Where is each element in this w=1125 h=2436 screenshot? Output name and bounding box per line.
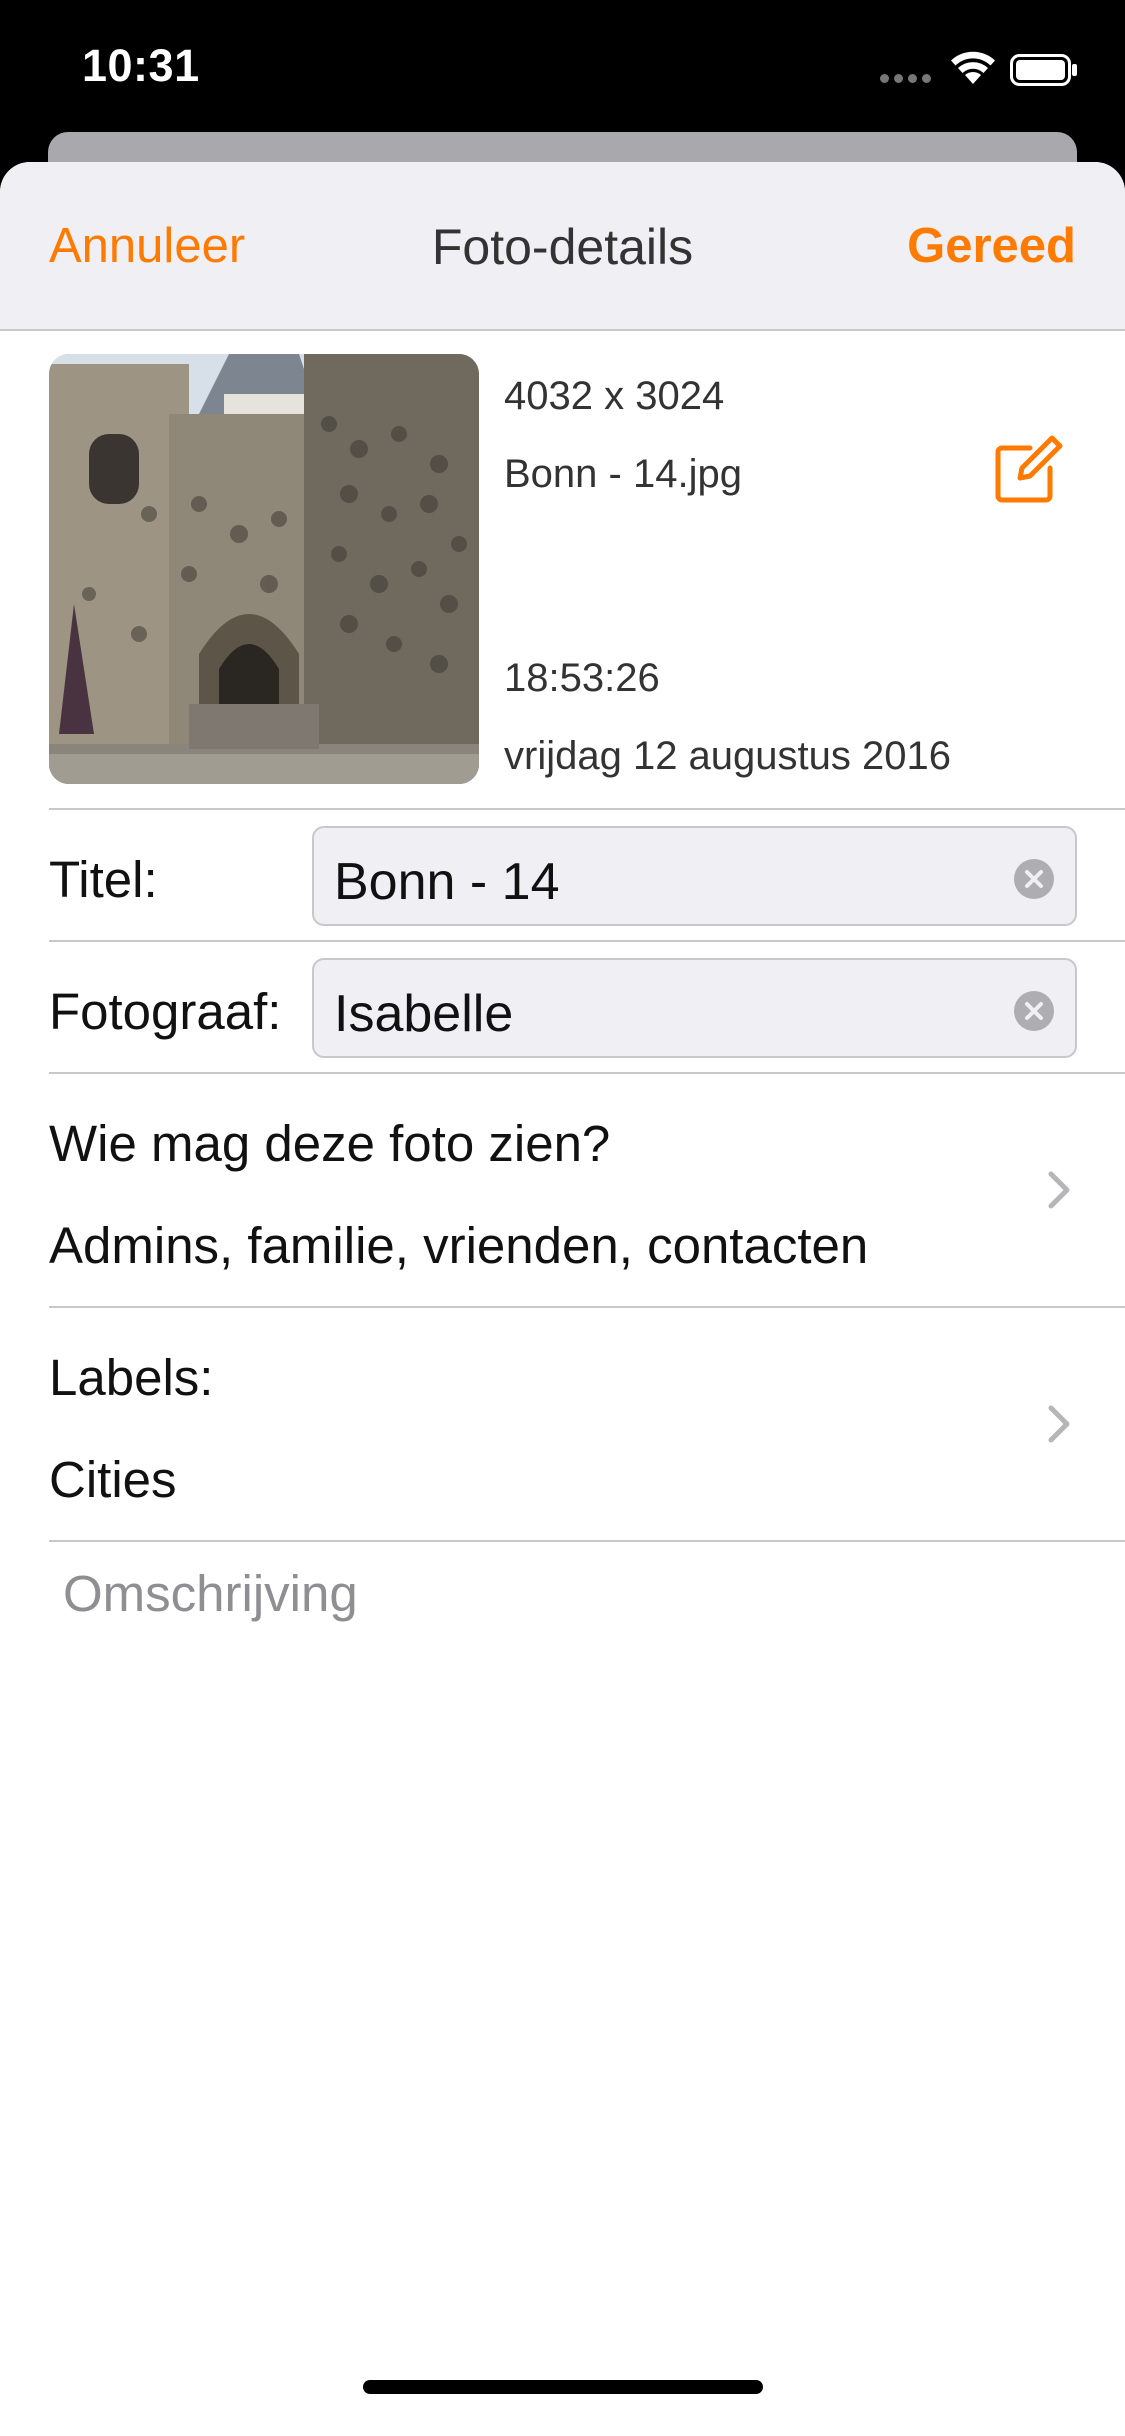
chevron-right-icon: [1048, 1405, 1070, 1443]
divider: [49, 808, 1125, 810]
divider: [49, 940, 1125, 942]
divider: [49, 1072, 1125, 1074]
title-field-value: Bonn - 14: [334, 853, 560, 911]
wifi-icon: [951, 51, 995, 84]
photo-details-sheet: Annuleer Foto-details Gereed 4032 x 3024…: [0, 162, 1125, 2436]
status-time: 10:31: [82, 40, 200, 91]
clear-icon[interactable]: [1013, 858, 1055, 900]
clear-icon[interactable]: [1013, 990, 1055, 1032]
signal-dots-icon: [880, 74, 932, 84]
home-indicator[interactable]: [363, 2380, 763, 2394]
battery-icon: [1010, 54, 1077, 86]
status-bar: 10:31: [0, 0, 1125, 132]
photo-date: vrijdag 12 augustus 2016: [504, 734, 951, 778]
done-button[interactable]: Gereed: [907, 218, 1076, 274]
privacy-value: Admins, familie, vrienden, contacten: [49, 1217, 869, 1274]
photo-thumbnail: [49, 354, 479, 784]
divider: [49, 1306, 1125, 1308]
photographer-label: Fotograaf:: [49, 983, 282, 1040]
photo-dimensions: 4032 x 3024: [504, 374, 725, 418]
photo-filename: Bonn - 14.jpg: [504, 452, 742, 496]
photo-info: 4032 x 3024 Bonn - 14.jpg 18:53:26 vrijd…: [504, 354, 964, 784]
navigation-bar: Annuleer Foto-details Gereed: [0, 162, 1125, 331]
tags-value: Cities: [49, 1451, 177, 1508]
privacy-label: Wie mag deze foto zien?: [49, 1115, 611, 1172]
photo-time: 18:53:26: [504, 656, 660, 700]
chevron-right-icon: [1048, 1171, 1070, 1209]
divider: [49, 1540, 1125, 1542]
title-field[interactable]: Bonn - 14: [312, 826, 1077, 926]
description-input[interactable]: [49, 1552, 1076, 2152]
edit-icon[interactable]: [990, 432, 1066, 508]
tags-label: Labels:: [49, 1349, 214, 1406]
title-label: Titel:: [49, 851, 158, 908]
photographer-field[interactable]: Isabelle: [312, 958, 1077, 1058]
photographer-field-value: Isabelle: [334, 985, 514, 1043]
